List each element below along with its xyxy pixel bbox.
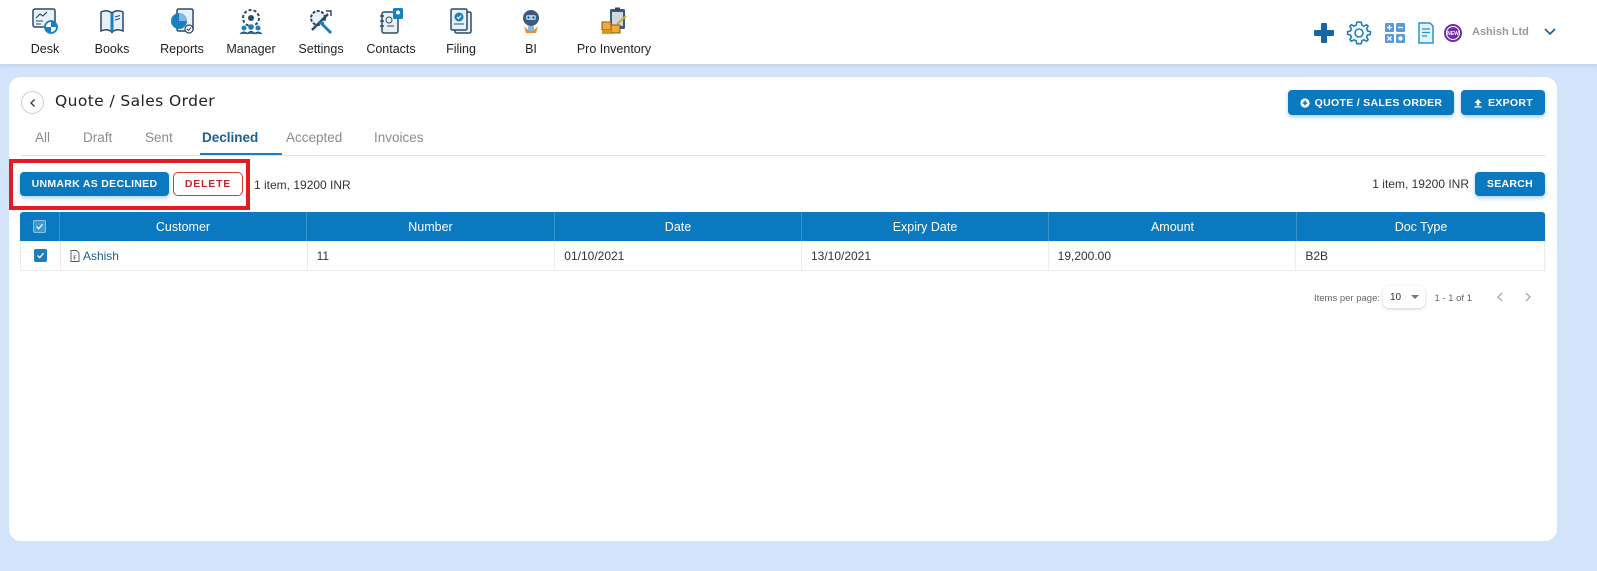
column-header-customer[interactable]: Customer — [59, 212, 306, 241]
tab-draft[interactable]: Draft — [83, 130, 112, 145]
check-icon — [36, 223, 43, 230]
nav-label: Contacts — [366, 42, 416, 56]
contacts-icon — [374, 4, 408, 38]
gear-icon[interactable] — [1345, 19, 1373, 47]
check-icon — [37, 252, 44, 259]
column-header-date[interactable]: Date — [554, 212, 801, 241]
next-page-button[interactable] — [1519, 288, 1537, 306]
date-cell: 01/10/2021 — [554, 241, 801, 270]
upload-icon — [1474, 98, 1482, 108]
delete-button[interactable]: DELETE — [173, 172, 243, 196]
tab-sent[interactable]: Sent — [145, 130, 173, 145]
nav-label: Settings — [298, 42, 344, 56]
select-all-cell — [20, 212, 59, 241]
chevron-left-icon — [29, 98, 35, 107]
chevron-right-icon — [1525, 292, 1531, 302]
manager-icon — [234, 4, 268, 38]
back-button[interactable] — [21, 91, 44, 114]
nav-label: Books — [94, 42, 130, 56]
export-label: EXPORT — [1488, 96, 1533, 109]
row-checkbox[interactable] — [33, 249, 47, 262]
nav-label: Manager — [226, 42, 276, 56]
bulk-action-row: UNMARK AS DECLINED DELETE 1 item, 19200 … — [9, 171, 1557, 199]
new-quote-label: QUOTE / SALES ORDER — [1314, 96, 1443, 109]
doc-type-cell: B2B — [1295, 241, 1544, 270]
search-button[interactable]: SEARCH — [1475, 172, 1545, 196]
expiry-date-cell: 13/10/2021 — [800, 241, 1048, 270]
customer-cell: F Ashish — [59, 241, 307, 270]
nav-label: BI — [525, 42, 537, 56]
tabs-divider — [21, 155, 1545, 156]
previous-page-button[interactable] — [1491, 288, 1509, 306]
table-header: Customer Number Date Expiry Date Amount … — [20, 212, 1545, 241]
tab-invoices[interactable]: Invoices — [374, 130, 424, 145]
column-header-amount[interactable]: Amount — [1048, 212, 1296, 241]
company-name[interactable]: Ashish Ltd — [1472, 26, 1529, 38]
page-range: 1 - 1 of 1 — [1434, 293, 1473, 304]
column-header-number[interactable]: Number — [306, 212, 554, 241]
nav-label: Pro Inventory — [576, 42, 652, 56]
calculator-icon[interactable] — [1383, 21, 1407, 45]
svg-text:NEW: NEW — [1447, 31, 1459, 37]
row-select-cell — [21, 241, 60, 270]
customer-name: Ashish — [82, 248, 119, 263]
column-header-doc-type[interactable]: Doc Type — [1296, 212, 1545, 241]
nav-item-pro-inventory[interactable]: Pro Inventory — [569, 4, 659, 56]
select-all-checkbox[interactable] — [33, 220, 46, 233]
tab-accepted[interactable]: Accepted — [286, 130, 342, 145]
file-icon: F — [70, 249, 80, 262]
tab-declined[interactable]: Declined — [202, 130, 258, 145]
selection-summary: 1 item, 19200 INR — [254, 178, 351, 192]
chevron-left-icon — [1497, 292, 1503, 302]
pro-inventory-icon — [597, 4, 631, 38]
nav-label: Reports — [160, 42, 204, 56]
amount-cell: 19,200.00 — [1047, 241, 1296, 270]
items-per-page-select[interactable]: 10 — [1383, 286, 1425, 308]
quotes-table: Customer Number Date Expiry Date Amount … — [20, 212, 1545, 271]
items-per-page-label: Items per page: — [1313, 293, 1380, 304]
plus-icon[interactable] — [1311, 20, 1337, 46]
dropdown-arrow-icon — [1411, 295, 1419, 299]
books-icon — [95, 4, 129, 38]
plus-circle-icon — [1300, 97, 1310, 108]
export-button[interactable]: EXPORT — [1461, 90, 1545, 115]
settings-tools-icon — [304, 4, 338, 38]
bi-robot-icon — [514, 4, 548, 38]
unmark-as-declined-button[interactable]: UNMARK AS DECLINED — [20, 172, 169, 196]
number-cell: 11 — [306, 241, 555, 270]
new-badge-icon[interactable]: NEW — [1442, 22, 1464, 44]
customer-link[interactable]: F Ashish — [70, 249, 119, 263]
items-per-page-value: 10 — [1390, 291, 1402, 303]
top-right-toolbar: NEW Ashish Ltd — [1297, 18, 1597, 48]
filing-icon — [444, 4, 478, 38]
nav-label: Filing — [446, 42, 476, 56]
main-card: Quote / Sales Order QUOTE / SALES ORDER … — [9, 77, 1557, 541]
reports-icon — [165, 4, 199, 38]
new-quote-sales-order-button[interactable]: QUOTE / SALES ORDER — [1288, 90, 1454, 115]
table-row[interactable]: F Ashish 11 01/10/2021 13/10/2021 19,200… — [20, 241, 1545, 271]
total-summary: 1 item, 19200 INR — [1372, 177, 1469, 191]
nav-label: Desk — [30, 42, 60, 56]
svg-text:F: F — [73, 255, 77, 261]
tab-all[interactable]: All — [35, 130, 50, 145]
nav-item-bi[interactable]: BI — [486, 4, 576, 56]
document-icon[interactable] — [1415, 21, 1437, 45]
desk-icon — [28, 4, 62, 38]
top-navigation-bar: Desk Books Reports Manager Settings Cont… — [0, 0, 1597, 64]
page-title: Quote / Sales Order — [55, 92, 216, 110]
paginator: Items per page: 10 1 - 1 of 1 — [1145, 286, 1545, 310]
chevron-down-icon[interactable] — [1541, 23, 1559, 41]
column-header-expiry-date[interactable]: Expiry Date — [801, 212, 1048, 241]
